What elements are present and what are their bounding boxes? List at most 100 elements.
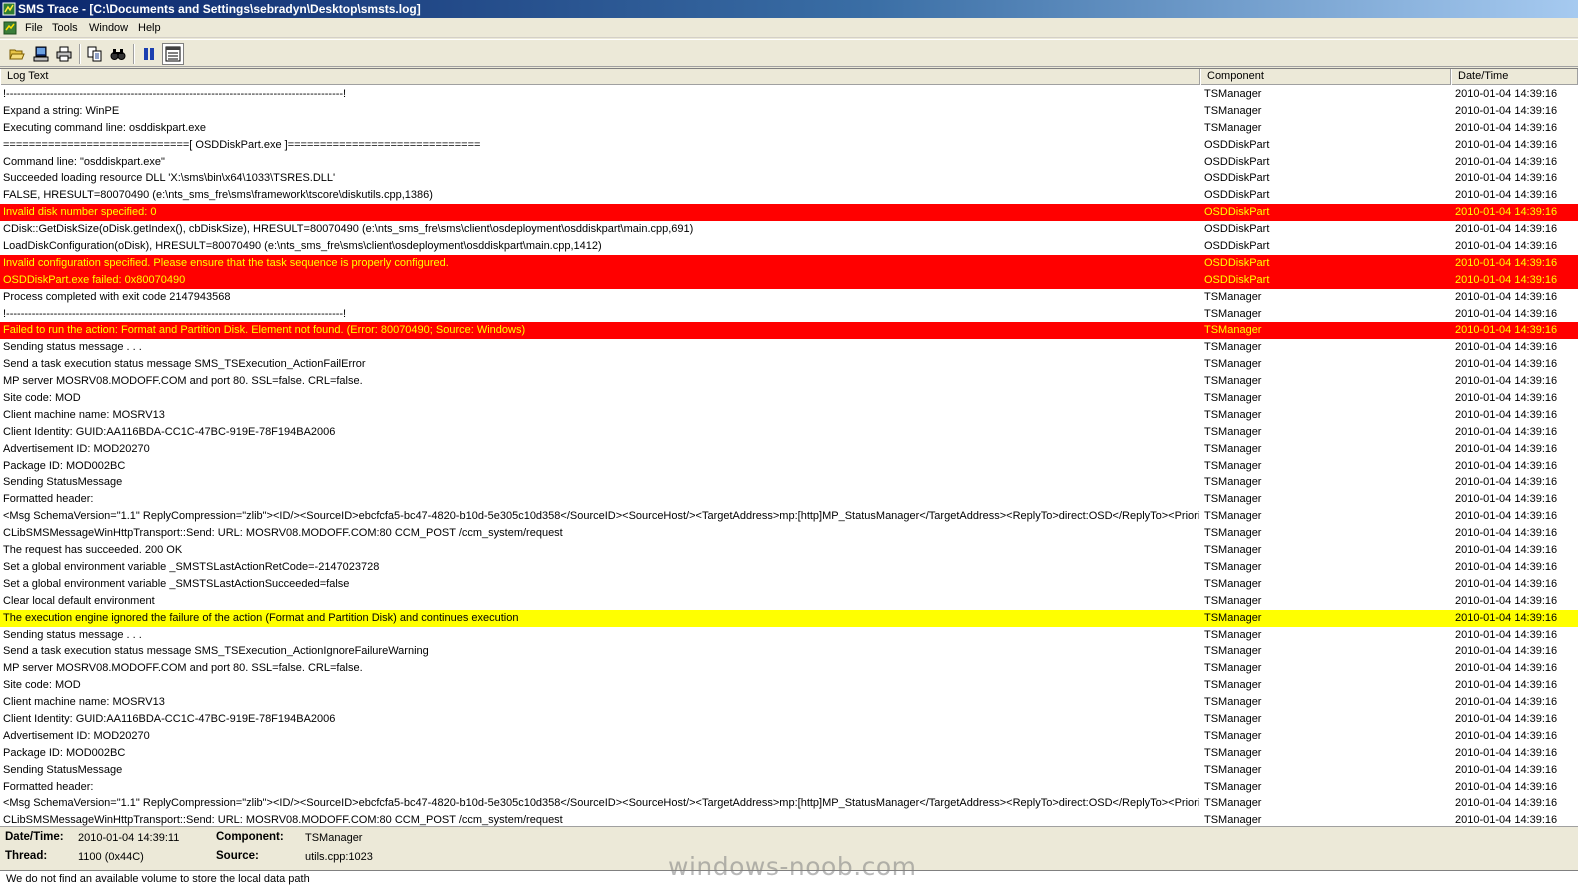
component-cell: TSManager bbox=[1204, 560, 1262, 573]
menu-tools[interactable]: Tools bbox=[50, 21, 80, 35]
print-icon[interactable] bbox=[53, 43, 75, 65]
table-row[interactable]: Client Identity: GUID:AA116BDA-CC1C-47BC… bbox=[0, 710, 1578, 728]
component-cell: TSManager bbox=[1204, 476, 1262, 489]
table-row[interactable]: <Msg SchemaVersion="1.1" ReplyCompressio… bbox=[0, 795, 1578, 813]
table-row[interactable]: !---------------------------------------… bbox=[0, 305, 1578, 323]
table-row[interactable]: Advertisement ID: MOD20270 TSManager 2010-… bbox=[0, 727, 1578, 745]
pause-icon[interactable] bbox=[138, 43, 160, 65]
component-cell: TSManager bbox=[1204, 729, 1262, 742]
thread-label: Thread: bbox=[5, 850, 48, 862]
menu-help[interactable]: Help bbox=[136, 21, 163, 35]
find-icon[interactable] bbox=[107, 43, 129, 65]
table-row[interactable]: Sending StatusMessage TSManager 2010-01-04… bbox=[0, 474, 1578, 492]
datetime-cell: 2010-01-04 14:39:16 bbox=[1455, 121, 1558, 134]
log-text-cell: Client Identity: GUID:AA116BDA-CC1C-47BC… bbox=[3, 425, 336, 438]
table-row[interactable]: The request has succeeded. 200 OK TSManag… bbox=[0, 542, 1578, 559]
datetime-cell: 2010-01-04 14:39:16 bbox=[1455, 104, 1558, 117]
datetime-cell: 2010-01-04 14:39:16 bbox=[1455, 493, 1558, 506]
table-row[interactable]: Sending status message . . . TSManager 201… bbox=[0, 339, 1578, 357]
datetime-cell: 2010-01-04 14:39:16 bbox=[1455, 240, 1558, 253]
component-cell: TSManager bbox=[1204, 544, 1262, 557]
table-row[interactable]: Expand a string: WinPE TSManager 2010-01-0… bbox=[0, 102, 1578, 120]
log-text-cell: Expand a string: WinPE bbox=[3, 104, 120, 117]
table-row[interactable]: =============================[ OSDDiskPa… bbox=[0, 136, 1578, 154]
component-cell: TSManager bbox=[1204, 712, 1262, 725]
table-row[interactable]: Site code: MOD TSManager 2010-01-04 14:39:… bbox=[0, 677, 1578, 695]
table-row[interactable]: Set a global environment variable _SMSTS… bbox=[0, 575, 1578, 593]
table-row[interactable]: Invalid configuration specified. Please … bbox=[0, 254, 1578, 272]
title-bar[interactable]: SMS Trace - [C:\Documents and Settings\s… bbox=[0, 0, 1578, 18]
log-grid[interactable]: Log Text Component Date/Time !----------… bbox=[0, 68, 1578, 826]
datetime-cell: 2010-01-04 14:39:16 bbox=[1455, 408, 1558, 421]
component-cell: OSDDiskPart bbox=[1204, 206, 1270, 219]
datetime-cell: 2010-01-04 14:39:16 bbox=[1455, 307, 1558, 320]
table-row[interactable]: Sending StatusMessage TSManager 2010-01-04… bbox=[0, 761, 1578, 779]
component-cell: TSManager bbox=[1204, 780, 1262, 793]
table-row[interactable]: <Msg SchemaVersion="1.1" ReplyCompressio… bbox=[0, 508, 1578, 526]
table-row[interactable]: Client machine name: MOSRV13 TSManager 201… bbox=[0, 694, 1578, 711]
table-row[interactable]: Process completed with exit code 2147943… bbox=[0, 288, 1578, 306]
table-row[interactable]: Executing command line: osddiskpart.exe T… bbox=[0, 119, 1578, 137]
datetime-cell: 2010-01-04 14:39:16 bbox=[1455, 189, 1558, 202]
table-row[interactable]: MP server MOSRV08.MODOFF.COM and port 80… bbox=[0, 660, 1578, 678]
open-icon[interactable] bbox=[6, 43, 28, 65]
copy-icon[interactable] bbox=[84, 43, 106, 65]
log-text-cell: Command line: "osddiskpart.exe" bbox=[3, 155, 165, 168]
datetime-cell: 2010-01-04 14:39:16 bbox=[1455, 290, 1558, 303]
log-text-cell: Set a global environment variable _SMSTS… bbox=[3, 577, 350, 590]
table-row[interactable]: Sending status message . . . TSManager 201… bbox=[0, 626, 1578, 644]
toolbar bbox=[0, 39, 1578, 67]
table-row[interactable]: !---------------------------------------… bbox=[0, 86, 1578, 103]
table-row[interactable]: CLibSMSMessageWinHttpTransport::Send: UR… bbox=[0, 812, 1578, 826]
column-header-log-text[interactable]: Log Text bbox=[0, 69, 1200, 85]
datetime-cell: 2010-01-04 14:39:16 bbox=[1455, 273, 1558, 286]
log-text-cell: Site code: MOD bbox=[3, 392, 81, 405]
table-row[interactable]: Client machine name: MOSRV13 TSManager 201… bbox=[0, 406, 1578, 424]
details-pane-icon[interactable] bbox=[162, 43, 184, 65]
table-row[interactable]: The execution engine ignored the failure… bbox=[0, 609, 1578, 627]
table-row[interactable]: CLibSMSMessageWinHttpTransport::Send: UR… bbox=[0, 525, 1578, 543]
grid-header: Log Text Component Date/Time bbox=[0, 69, 1578, 85]
table-row[interactable]: Package ID: MOD002BC TSManager 2010-01-04 … bbox=[0, 457, 1578, 475]
datetime-cell: 2010-01-04 14:39:16 bbox=[1455, 746, 1558, 759]
table-row[interactable]: OSDDiskPart.exe failed: 0x80070490 OSDDis… bbox=[0, 271, 1578, 289]
column-header-component[interactable]: Component bbox=[1200, 69, 1451, 85]
table-row[interactable]: Advertisement ID: MOD20270 TSManager 2010-… bbox=[0, 440, 1578, 458]
component-cell: TSManager bbox=[1204, 493, 1262, 506]
table-row[interactable]: Site code: MOD TSManager 2010-01-04 14:39:… bbox=[0, 390, 1578, 407]
open-server-icon[interactable] bbox=[30, 43, 52, 65]
datetime-cell: 2010-01-04 14:39:16 bbox=[1455, 577, 1558, 590]
log-text-cell: !---------------------------------------… bbox=[3, 88, 347, 100]
table-row[interactable]: Command line: "osddiskpart.exe" OSDDiskPa… bbox=[0, 153, 1578, 171]
table-row[interactable]: Formatted header: TSManager 2010-01-04 14:… bbox=[0, 778, 1578, 796]
menu-window[interactable]: Window bbox=[87, 21, 130, 35]
component-cell: TSManager bbox=[1204, 307, 1262, 320]
datetime-cell: 2010-01-04 14:39:16 bbox=[1455, 763, 1558, 776]
log-text-cell: Executing command line: osddiskpart.exe bbox=[3, 121, 206, 134]
log-text-cell: CDisk::GetDiskSize(oDisk.getIndex(), cbD… bbox=[3, 223, 694, 236]
table-row[interactable]: Package ID: MOD002BC TSManager 2010-01-04 … bbox=[0, 744, 1578, 762]
datetime-cell: 2010-01-04 14:39:16 bbox=[1455, 527, 1558, 540]
menu-file[interactable]: File bbox=[23, 21, 45, 35]
table-row[interactable]: FALSE, HRESULT=80070490 (e:\nts_sms_fre\… bbox=[0, 187, 1578, 205]
log-text-cell: Package ID: MOD002BC bbox=[3, 746, 126, 759]
table-row[interactable]: Clear local default environment TSManager… bbox=[0, 592, 1578, 610]
table-row[interactable]: Failed to run the action: Format and Par… bbox=[0, 322, 1578, 340]
table-row[interactable]: Invalid disk number specified: 0 OSDDiskP… bbox=[0, 204, 1578, 222]
component-cell: TSManager bbox=[1204, 662, 1262, 675]
table-row[interactable]: Set a global environment variable _SMSTS… bbox=[0, 558, 1578, 576]
table-row[interactable]: Send a task execution status message SMS… bbox=[0, 643, 1578, 661]
table-row[interactable]: Send a task execution status message SMS… bbox=[0, 356, 1578, 374]
datetime-cell: 2010-01-04 14:39:16 bbox=[1455, 341, 1558, 354]
log-text-cell: Formatted header: bbox=[3, 780, 94, 793]
table-row[interactable]: Client Identity: GUID:AA116BDA-CC1C-47BC… bbox=[0, 423, 1578, 441]
log-text-cell: Invalid configuration specified. Please … bbox=[3, 256, 449, 269]
table-row[interactable]: LoadDiskConfiguration(oDisk), HRESULT=80… bbox=[0, 238, 1578, 255]
datetime-cell: 2010-01-04 14:39:16 bbox=[1455, 324, 1558, 337]
table-row[interactable]: MP server MOSRV08.MODOFF.COM and port 80… bbox=[0, 373, 1578, 391]
table-row[interactable]: Formatted header: TSManager 2010-01-04 14:… bbox=[0, 491, 1578, 509]
column-header-datetime[interactable]: Date/Time bbox=[1451, 69, 1578, 85]
table-row[interactable]: Succeeded loading resource DLL 'X:\sms\b… bbox=[0, 170, 1578, 188]
table-row[interactable]: CDisk::GetDiskSize(oDisk.getIndex(), cbD… bbox=[0, 221, 1578, 239]
document-icon[interactable] bbox=[3, 21, 17, 35]
